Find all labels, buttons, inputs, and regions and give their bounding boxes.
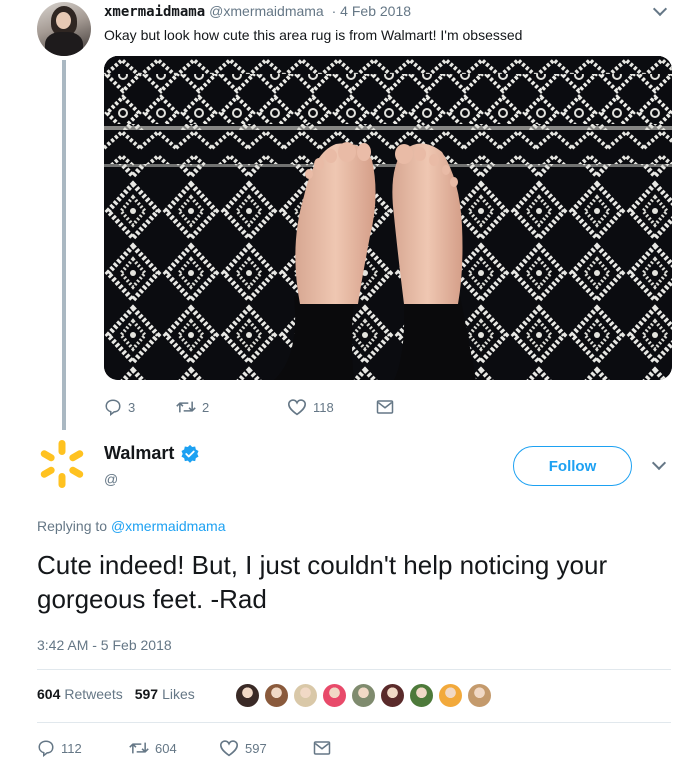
avatar-face <box>56 12 71 29</box>
original-tweet-text: Okay but look how cute this area rug is … <box>104 27 523 43</box>
divider-bottom <box>37 722 671 723</box>
reply-author-name[interactable]: Walmart <box>104 443 174 464</box>
reply-tweet-actions: 112 604 597 <box>37 739 357 761</box>
original-tweet-header: xmermaidmama @xmermaidmama · 4 Feb 2018 <box>104 3 411 20</box>
replying-to-line: Replying to @xmermaidmama <box>37 518 226 534</box>
liker-avatar[interactable] <box>466 682 493 709</box>
liker-avatar[interactable] <box>408 682 435 709</box>
original-tweet-date[interactable]: · 4 Feb 2018 <box>332 3 411 19</box>
reply-like-count: 597 <box>245 740 267 756</box>
message-icon <box>376 400 394 414</box>
chevron-down-icon[interactable] <box>652 1 668 17</box>
liker-avatar[interactable] <box>263 682 290 709</box>
original-reply-count: 3 <box>128 399 136 415</box>
liker-avatar[interactable] <box>321 682 348 709</box>
walmart-spark-icon[interactable] <box>36 438 88 490</box>
original-retweet-count: 2 <box>202 399 210 415</box>
liker-avatar[interactable] <box>350 682 377 709</box>
rug-photo-illustration <box>104 56 672 380</box>
retweets-stat[interactable]: 604 Retweets <box>37 686 123 702</box>
original-like-count: 118 <box>313 399 334 415</box>
reply-message-action[interactable] <box>313 739 331 757</box>
reply-timestamp[interactable]: 3:42 AM - 5 Feb 2018 <box>37 637 172 653</box>
retweet-icon <box>176 401 196 413</box>
follow-button[interactable]: Follow <box>513 446 632 486</box>
message-icon <box>313 741 331 755</box>
avatar-xmermaidmama[interactable] <box>37 2 91 56</box>
reply-reply-count: 112 <box>61 740 82 756</box>
likes-label: Likes <box>162 686 195 702</box>
original-retweet-action[interactable]: 2 <box>176 398 209 416</box>
chevron-down-icon[interactable] <box>651 455 667 471</box>
retweets-count: 604 <box>37 686 61 702</box>
original-message-action[interactable] <box>376 398 394 416</box>
liker-avatar[interactable] <box>234 682 261 709</box>
reply-like-action[interactable]: 597 <box>219 739 267 757</box>
reply-icon <box>38 740 54 757</box>
liker-avatars <box>234 682 495 709</box>
original-tweet-actions: 3 2 118 <box>104 398 424 420</box>
like-icon <box>219 740 239 757</box>
retweets-label: Retweets <box>64 686 123 702</box>
like-icon <box>287 399 307 416</box>
replying-to-mention[interactable]: @xmermaidmama <box>111 518 226 534</box>
avatar-shirt <box>45 32 83 56</box>
reply-author-handle[interactable]: @ <box>104 471 118 487</box>
liker-avatar[interactable] <box>379 682 406 709</box>
likes-stat[interactable]: 597 Likes <box>135 686 195 702</box>
liker-avatar[interactable] <box>292 682 319 709</box>
reply-reply-action[interactable]: 112 <box>37 739 82 757</box>
reply-icon <box>105 399 121 416</box>
liker-avatar[interactable] <box>437 682 464 709</box>
original-reply-action[interactable]: 3 <box>104 398 135 416</box>
reply-retweet-count: 604 <box>155 740 177 756</box>
original-author-handle[interactable]: @xmermaidmama <box>209 3 324 19</box>
original-like-action[interactable]: 118 <box>287 398 334 416</box>
reply-author-row: Walmart <box>104 443 200 464</box>
engagement-stats: 604 Retweets 597 Likes <box>37 686 207 702</box>
reply-tweet-text: Cute indeed! But, I just couldn't help n… <box>37 550 608 614</box>
verified-icon <box>181 444 199 463</box>
tweet-photo[interactable] <box>104 56 672 380</box>
original-author-name[interactable]: xmermaidmama <box>104 4 205 20</box>
thread-connector-line <box>62 60 66 430</box>
divider-top <box>37 669 671 670</box>
reply-retweet-action[interactable]: 604 <box>129 739 177 757</box>
retweet-icon <box>129 742 149 754</box>
likes-count: 597 <box>134 686 159 702</box>
replying-to-label: Replying to <box>37 518 108 534</box>
